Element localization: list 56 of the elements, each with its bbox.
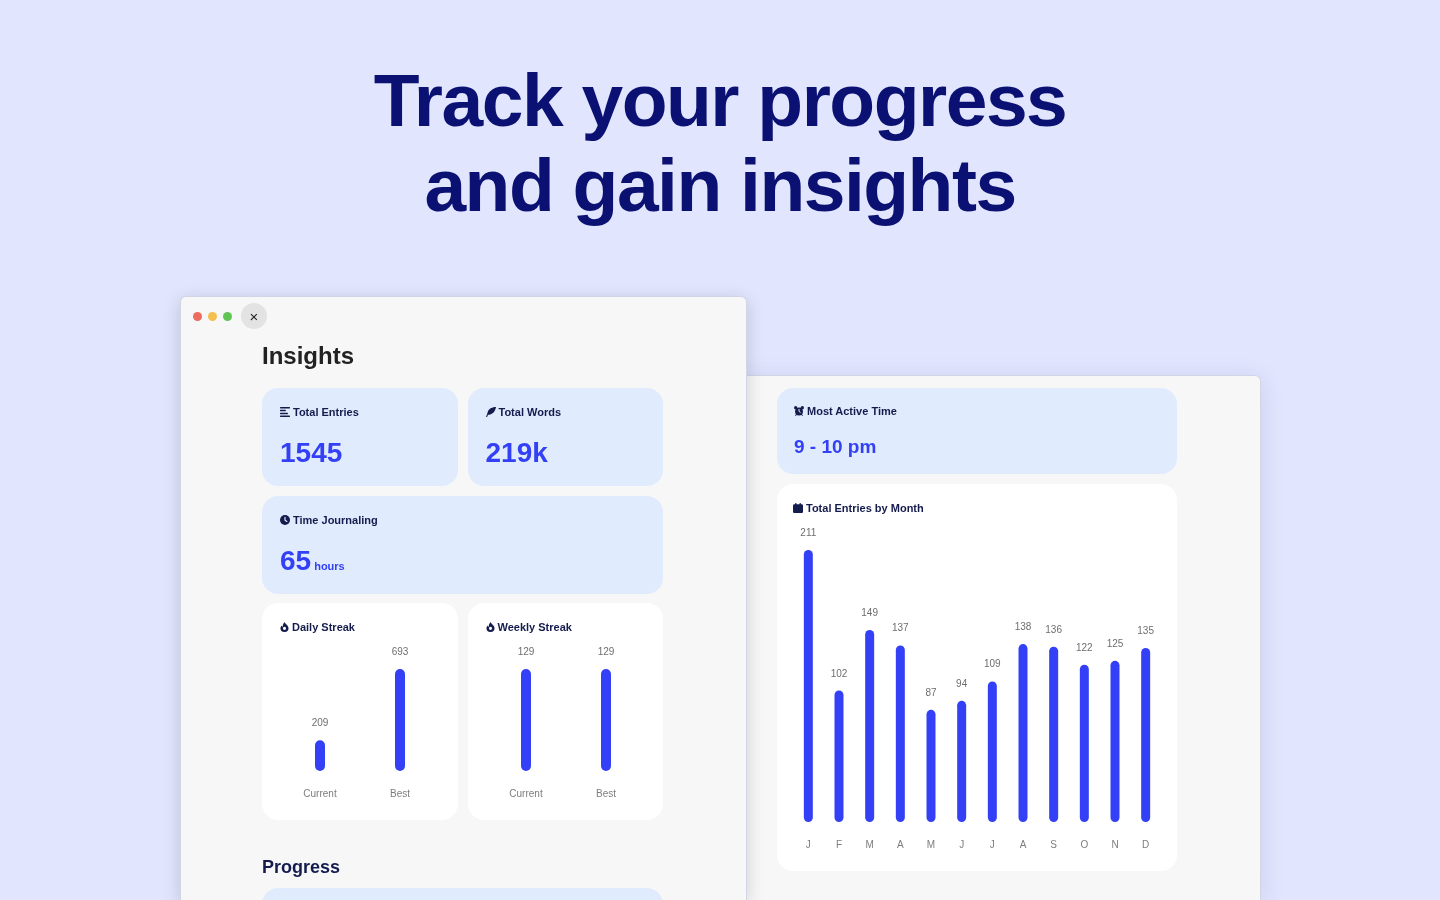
section-title: Progress: [262, 856, 341, 879]
axis-label: Best: [390, 788, 410, 799]
data-label: 136: [1045, 623, 1062, 635]
data-label: 137: [892, 622, 909, 634]
data-label: 102: [830, 667, 848, 679]
stat-value: 9 - 10 pm: [794, 435, 877, 459]
card-label: Total Entries by Month: [806, 501, 924, 515]
card-label: Total Entries: [293, 405, 359, 419]
data-label: 87: [925, 686, 937, 698]
axis-label: S: [1050, 839, 1057, 850]
axis-label: N: [1111, 839, 1119, 850]
data-label: 122: [1076, 641, 1093, 653]
axis-label: Current: [508, 788, 543, 799]
data-label: 149: [861, 606, 878, 618]
axis-label: A: [897, 839, 904, 850]
data-label: 211: [800, 527, 817, 538]
flame-icon: [280, 622, 289, 632]
data-label: 129: [517, 646, 534, 657]
card-label: Weekly Streak: [497, 620, 572, 634]
text-lines-icon: [280, 407, 290, 417]
data-label: 209: [311, 717, 329, 729]
axis-label: J: [805, 839, 811, 850]
card-label: Time Journaling: [293, 513, 378, 527]
flame-icon: [485, 622, 495, 632]
axis-label: A: [1019, 839, 1027, 850]
data-label: 109: [984, 658, 1001, 670]
data-label: 94: [956, 677, 968, 689]
axis-label: Current: [303, 788, 337, 799]
axis-label: D: [1142, 839, 1150, 850]
stat-unit: hours: [314, 559, 345, 573]
axis-label: M: [865, 839, 874, 850]
data-label: 693: [391, 646, 409, 657]
axis-label: J: [959, 839, 965, 850]
feather-icon: [485, 407, 496, 417]
card-label: Daily Streak: [292, 620, 355, 634]
stat-value: 219k: [485, 437, 548, 469]
data-label: 125: [1106, 637, 1124, 649]
axis-label: M: [926, 839, 936, 850]
page-title: Insights: [262, 341, 354, 371]
alarm-clock-icon: [794, 406, 804, 416]
data-label: 129: [597, 646, 614, 657]
bar: [315, 740, 325, 771]
axis-label: F: [835, 839, 843, 850]
axis-label: J: [989, 839, 995, 850]
data-label: 138: [1014, 621, 1032, 633]
card-label: Most Active Time: [807, 404, 897, 418]
stat-value: 65: [280, 545, 312, 577]
axis-label: O: [1080, 839, 1089, 850]
data-label: 135: [1137, 624, 1154, 636]
calendar-icon: [793, 503, 803, 513]
clock-icon: [280, 515, 290, 525]
headline: Track your progress and gain insights: [373, 57, 1067, 228]
axis-label: Best: [595, 788, 616, 799]
close-button[interactable]: ×: [241, 303, 267, 329]
stat-value: 1545: [280, 437, 343, 469]
card-label: Total Words: [498, 405, 562, 419]
